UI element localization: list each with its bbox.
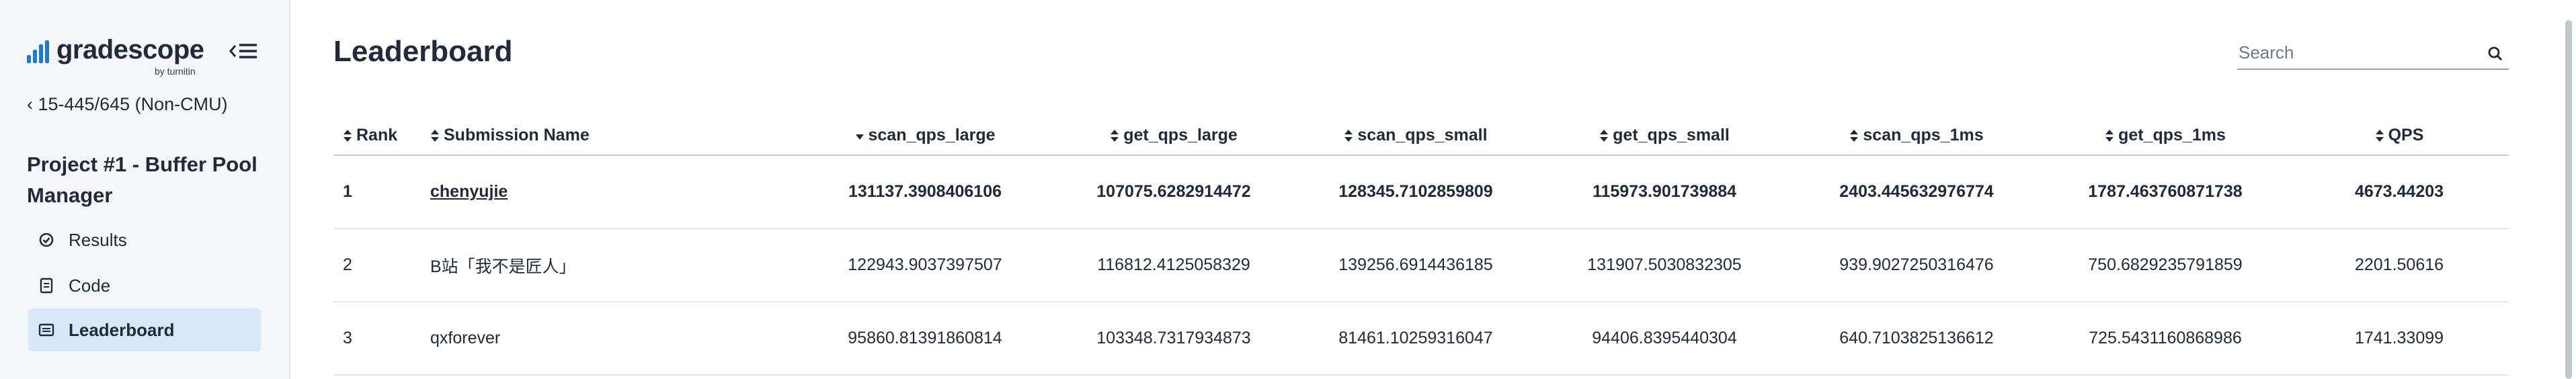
logo-bars-icon: [27, 40, 52, 63]
check-circle-icon: [39, 233, 54, 247]
cell-get-qps-large: 107075.6282914472: [1053, 155, 1295, 229]
search-icon[interactable]: [2487, 46, 2503, 62]
cell-rank: 1: [333, 155, 421, 229]
cell-get-qps-1ms: 1787.463760871738: [2041, 155, 2290, 229]
cell-qps: 2201.50616: [2290, 228, 2509, 302]
header-label: Submission Name: [444, 125, 590, 144]
header-label: scan_qps_1ms: [1863, 125, 1984, 144]
column-header-get-qps-large[interactable]: get_qps_large: [1053, 116, 1295, 156]
cell-scan-qps-large: 131137.3908406106: [797, 155, 1053, 229]
chevron-left-icon: ‹: [27, 94, 38, 114]
cell-rank: 2: [333, 228, 421, 302]
header-label: scan_qps_small: [1357, 125, 1488, 144]
cell-submission-name: qxforever: [421, 302, 797, 376]
header-label: QPS: [2388, 125, 2424, 144]
cell-get-qps-small: 115973.901739884: [1537, 155, 1792, 229]
sort-icon: [2105, 129, 2114, 142]
logo-text: gradescope: [56, 35, 204, 65]
leaderboard-icon: [38, 323, 54, 337]
main-content: Leaderboard Rank Submission Name scan_qp…: [290, 0, 2576, 379]
header-label: Rank: [356, 125, 398, 144]
sidebar-item-results[interactable]: Results: [28, 218, 261, 261]
sort-icon: [431, 129, 439, 142]
sidebar-item-label: Results: [69, 229, 127, 250]
cell-get-qps-1ms: 725.5431160868986: [2041, 302, 2290, 376]
column-header-qps[interactable]: QPS: [2290, 116, 2509, 156]
file-code-icon: [40, 278, 53, 294]
sidebar-item-label: Leaderboard: [69, 319, 175, 340]
cell-scan-qps-small: 81461.10259316047: [1295, 302, 1537, 376]
cell-get-qps-small: 94406.8395440304: [1537, 302, 1792, 376]
header-label: scan_qps_large: [868, 125, 996, 144]
collapse-menu-icon: [229, 44, 257, 58]
course-link-label: 15-445/645 (Non-CMU): [38, 94, 228, 114]
leaderboard-table: Rank Submission Name scan_qps_large get_…: [333, 116, 2509, 376]
header-label: get_qps_1ms: [2118, 125, 2226, 144]
table-row: 1 chenyujie 131137.3908406106 107075.628…: [333, 155, 2509, 229]
logo-sub: by turnitin: [155, 66, 196, 77]
gradescope-logo[interactable]: gradescope by turnitin: [27, 35, 229, 79]
sort-icon: [1111, 129, 1119, 142]
cell-scan-qps-small: 128345.7102859809: [1295, 155, 1537, 229]
cell-scan-qps-large: 122943.9037397507: [797, 228, 1053, 302]
column-header-get-qps-small[interactable]: get_qps_small: [1537, 116, 1792, 156]
search-input[interactable]: [2237, 39, 2467, 66]
cell-get-qps-large: 103348.7317934873: [1053, 302, 1295, 376]
cell-submission-name: chenyujie: [421, 155, 797, 229]
cell-get-qps-1ms: 750.6829235791859: [2041, 228, 2290, 302]
column-header-submission-name[interactable]: Submission Name: [421, 116, 797, 156]
course-link[interactable]: ‹ 15-445/645 (Non-CMU): [27, 94, 228, 115]
table-row: 2 B站「我不是匠人」 122943.9037397507 116812.412…: [333, 228, 2509, 302]
collapse-sidebar-button[interactable]: [229, 39, 261, 63]
search-box: [2237, 39, 2509, 70]
sidebar-item-label: Code: [69, 275, 111, 296]
sort-icon: [1600, 129, 1609, 142]
cell-qps: 4673.44203: [2290, 155, 2509, 229]
column-header-rank[interactable]: Rank: [333, 116, 421, 156]
column-header-scan-qps-large[interactable]: scan_qps_large: [797, 116, 1053, 156]
page-title: Leaderboard: [333, 35, 513, 68]
table-header-row: Rank Submission Name scan_qps_large get_…: [333, 116, 2509, 156]
cell-scan-qps-large: 95860.81391860814: [797, 302, 1053, 376]
sort-icon: [1344, 129, 1353, 142]
cell-scan-qps-1ms: 640.7103825136612: [1792, 302, 2041, 376]
cell-scan-qps-1ms: 939.9027250316476: [1792, 228, 2041, 302]
table-row: 3 qxforever 95860.81391860814 103348.731…: [333, 302, 2509, 376]
cell-get-qps-small: 131907.5030832305: [1537, 228, 1792, 302]
header-label: get_qps_large: [1123, 125, 1238, 144]
sidebar-item-leaderboard[interactable]: Leaderboard: [28, 308, 261, 351]
sort-icon: [2375, 129, 2384, 142]
cell-qps: 1741.33099: [2290, 302, 2509, 376]
column-header-scan-qps-small[interactable]: scan_qps_small: [1295, 116, 1537, 156]
scrollbar-thumb[interactable]: [2565, 20, 2572, 379]
submission-link[interactable]: chenyujie: [430, 182, 508, 201]
header-label: get_qps_small: [1613, 125, 1730, 144]
sidebar-item-code[interactable]: Code: [28, 264, 261, 307]
sort-icon: [1850, 129, 1859, 142]
cell-get-qps-large: 116812.4125058329: [1053, 228, 1295, 302]
sidebar: gradescope by turnitin ‹ 15-445/645 (Non…: [0, 0, 290, 379]
cell-scan-qps-1ms: 2403.445632976774: [1792, 155, 2041, 229]
cell-rank: 3: [333, 302, 421, 376]
sort-descending-icon: [855, 134, 864, 140]
assignment-title: Project #1 - Buffer Pool Manager: [27, 153, 257, 207]
cell-scan-qps-small: 139256.6914436185: [1295, 228, 1537, 302]
column-header-get-qps-1ms[interactable]: get_qps_1ms: [2041, 116, 2290, 156]
cell-submission-name: B站「我不是匠人」: [421, 228, 797, 302]
column-header-scan-qps-1ms[interactable]: scan_qps_1ms: [1792, 116, 2041, 156]
sort-icon: [344, 129, 352, 142]
vertical-scrollbar[interactable]: [2560, 0, 2576, 379]
